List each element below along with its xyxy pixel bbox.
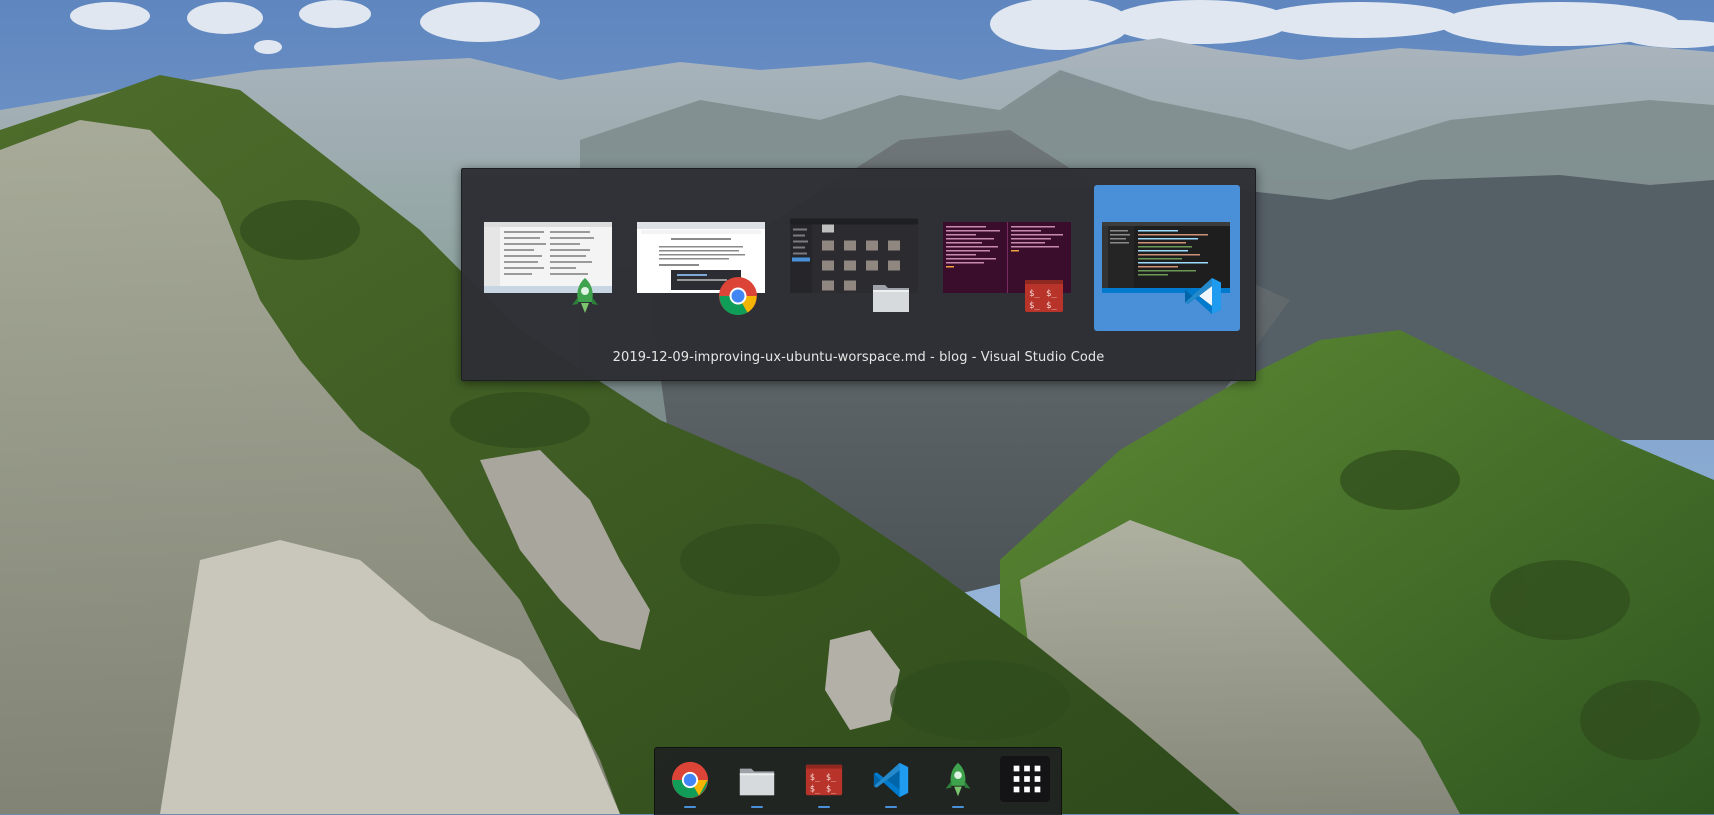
svg-text:$_: $_: [826, 773, 837, 783]
switcher-window-files[interactable]: [782, 185, 928, 331]
desktop-wallpaper: [0, 0, 1714, 814]
terminal-icon: $_ $_ $_ $_: [1025, 280, 1063, 312]
folder-icon: [739, 768, 775, 796]
svg-text:$_: $_: [1029, 301, 1040, 311]
chrome-icon: [671, 761, 709, 799]
terminal-icon: $_ $_ $_ $_: [805, 764, 843, 796]
vscode-icon: [1185, 278, 1221, 314]
svg-text:$_: $_: [1046, 301, 1057, 311]
svg-text:$_: $_: [1029, 289, 1040, 299]
folder-icon: [873, 285, 909, 312]
svg-text:$_: $_: [810, 784, 821, 794]
dock-item-chrome[interactable]: [662, 756, 718, 808]
dock-item-vscode[interactable]: [863, 756, 919, 808]
running-indicator: [885, 806, 897, 808]
running-indicator: [751, 806, 763, 808]
switcher-window-vscode[interactable]: [1094, 185, 1240, 331]
grid-icon: [1013, 765, 1041, 793]
running-indicator: [684, 806, 696, 808]
svg-text:$_: $_: [810, 773, 821, 783]
svg-text:$_: $_: [1046, 289, 1057, 299]
rocket-icon: [945, 762, 971, 797]
switcher-window-chrome[interactable]: [629, 185, 775, 331]
running-indicator: [818, 806, 830, 808]
running-indicator: [952, 806, 964, 808]
chrome-icon: [719, 277, 757, 316]
vscode-icon: [873, 762, 909, 798]
dock-item-terminal[interactable]: $_ $_ $_ $_: [796, 756, 852, 808]
show-applications-button[interactable]: [996, 756, 1052, 808]
rocket-icon: [572, 278, 598, 313]
switcher-window-terminal[interactable]: $_ $_ $_ $_: [935, 185, 1081, 331]
window-switcher: $_ $_ $_ $_ 2019-12-09-improving-ux-ubun…: [461, 168, 1256, 381]
switcher-window-git-client[interactable]: [476, 185, 622, 331]
svg-text:$_: $_: [826, 784, 837, 794]
dock-item-git-client[interactable]: [930, 756, 986, 808]
selected-window-title: 2019-12-09-improving-ux-ubuntu-worspace.…: [612, 350, 1105, 365]
dock: $_ $_ $_ $_: [654, 747, 1062, 815]
dock-item-files[interactable]: [729, 756, 785, 808]
